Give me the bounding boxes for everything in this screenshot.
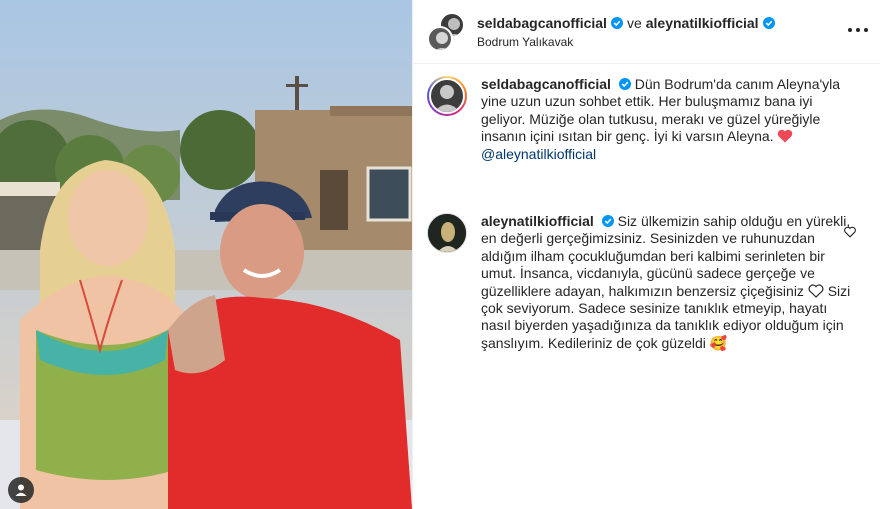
instagram-post: seldabagcanofficial ve aleynatilkioffici… — [0, 0, 880, 509]
white-heart-icon — [808, 284, 824, 298]
verified-badge-icon — [618, 78, 631, 90]
comment-item: aleynatilkiofficial Siz ülkemizin sahip … — [427, 213, 864, 352]
location-link[interactable]: Bodrum Yalıkavak — [477, 35, 775, 49]
username-link[interactable]: aleynatilkiofficial — [646, 15, 759, 31]
caption: seldabagcanofficial Dün Bodrum'da canım … — [427, 76, 864, 163]
avatar[interactable] — [427, 25, 453, 52]
avatar[interactable] — [427, 213, 467, 254]
red-heart-icon — [778, 130, 793, 143]
username-link[interactable]: seldabagcanofficial — [477, 15, 607, 31]
heart-outline-icon[interactable] — [844, 226, 856, 238]
post-header: seldabagcanofficial ve aleynatilkioffici… — [413, 0, 880, 64]
collab-avatars[interactable] — [427, 11, 467, 52]
user-tag-icon[interactable] — [8, 477, 34, 503]
more-options-icon[interactable] — [846, 22, 870, 38]
post-photo[interactable] — [0, 0, 412, 509]
connector-text: ve — [626, 14, 642, 31]
mention-link[interactable]: @aleynatilkiofficial — [481, 146, 596, 163]
avatar[interactable] — [427, 76, 467, 116]
caption-body: seldabagcanofficial Dün Bodrum'da canım … — [481, 76, 851, 163]
photo-scene — [0, 0, 412, 509]
username-link[interactable]: aleynatilkiofficial — [481, 213, 594, 229]
verified-badge-icon — [762, 16, 775, 29]
comments-list: seldabagcanofficial Dün Bodrum'da canım … — [413, 64, 880, 509]
verified-badge-icon — [610, 16, 623, 29]
username-link[interactable]: seldabagcanofficial — [481, 76, 611, 92]
post-sidebar: seldabagcanofficial ve aleynatilkioffici… — [412, 0, 880, 509]
smiling-face-hearts-icon: 🥰 — [709, 334, 728, 351]
verified-badge-icon — [601, 215, 614, 228]
collab-names: seldabagcanofficial ve aleynatilkioffici… — [477, 15, 775, 31]
comment-body: aleynatilkiofficial Siz ülkemizin sahip … — [481, 213, 851, 352]
header-text: seldabagcanofficial ve aleynatilkioffici… — [477, 15, 775, 49]
